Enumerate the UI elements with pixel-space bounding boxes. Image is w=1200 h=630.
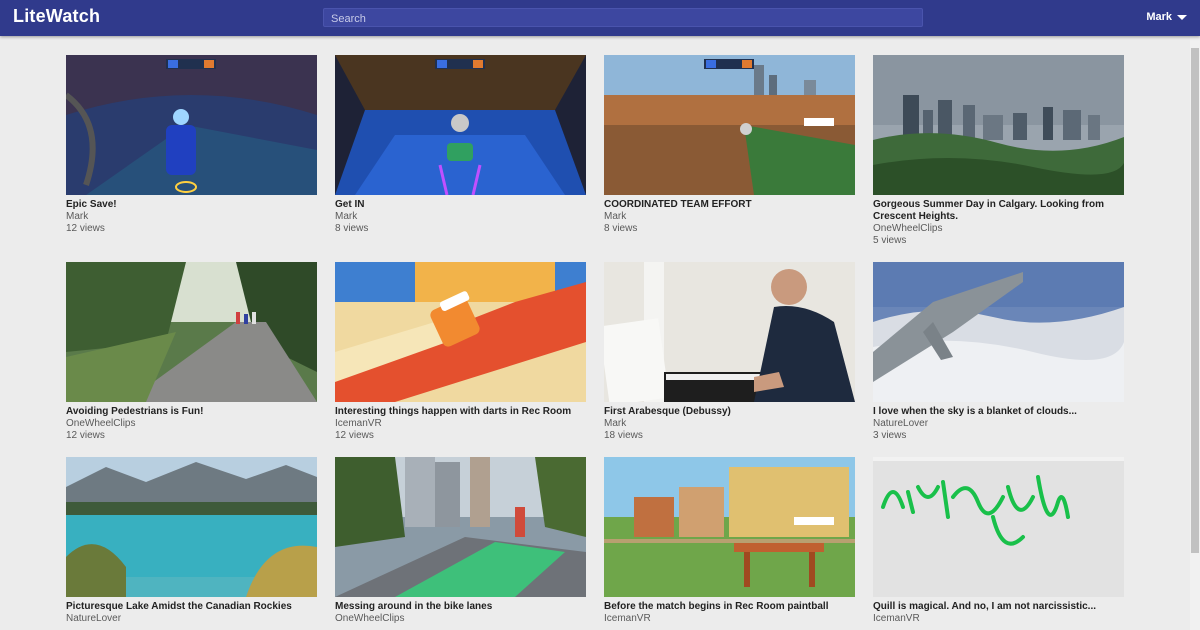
video-card[interactable]: Messing around in the bike lanes OneWhee… xyxy=(335,457,586,625)
video-thumbnail[interactable] xyxy=(66,262,317,402)
view-count: 12 views xyxy=(335,430,374,441)
video-title[interactable]: Before the match begins in Rec Room pain… xyxy=(604,601,855,613)
channel-name[interactable]: Mark xyxy=(66,211,317,223)
video-card[interactable]: Epic Save! Mark 12 views xyxy=(66,55,317,235)
video-card[interactable]: Picturesque Lake Amidst the Canadian Roc… xyxy=(66,457,317,625)
video-title[interactable]: Epic Save! xyxy=(66,199,317,211)
video-thumbnail[interactable] xyxy=(335,457,586,597)
caret-down-icon xyxy=(1177,14,1187,20)
view-count: 3 views xyxy=(873,430,907,441)
channel-name[interactable]: OneWheelClips xyxy=(66,418,317,430)
search-input[interactable] xyxy=(324,10,922,28)
video-card[interactable]: Before the match begins in Rec Room pain… xyxy=(604,457,855,625)
view-count: 8 views xyxy=(335,223,369,234)
video-card[interactable]: Get IN Mark 8 views xyxy=(335,55,586,235)
scrollbar-thumb[interactable] xyxy=(1191,48,1199,553)
video-title[interactable]: First Arabesque (Debussy) xyxy=(604,406,855,418)
channel-name[interactable]: OneWheelClips xyxy=(335,613,586,625)
video-thumbnail[interactable] xyxy=(66,55,317,195)
video-card[interactable]: Interesting things happen with darts in … xyxy=(335,262,586,442)
video-thumbnail[interactable] xyxy=(335,262,586,402)
view-count: 8 views xyxy=(604,223,638,234)
search-box[interactable] xyxy=(323,8,923,28)
video-card[interactable]: I love when the sky is a blanket of clou… xyxy=(873,262,1124,442)
video-thumbnail[interactable] xyxy=(604,55,855,195)
video-title[interactable]: Messing around in the bike lanes xyxy=(335,601,586,613)
video-card[interactable]: COORDINATED TEAM EFFORT Mark 8 views xyxy=(604,55,855,235)
channel-name[interactable]: Mark xyxy=(604,211,855,223)
channel-name[interactable]: NatureLover xyxy=(873,418,1124,430)
video-thumbnail[interactable] xyxy=(873,262,1124,402)
video-thumbnail[interactable] xyxy=(873,457,1124,597)
channel-name[interactable]: IcemanVR xyxy=(335,418,586,430)
video-title[interactable]: I love when the sky is a blanket of clou… xyxy=(873,406,1124,418)
view-count: 5 views xyxy=(873,235,907,246)
video-title[interactable]: Picturesque Lake Amidst the Canadian Roc… xyxy=(66,601,317,613)
video-thumbnail[interactable] xyxy=(604,457,855,597)
video-thumbnail[interactable] xyxy=(335,55,586,195)
site-logo[interactable]: LiteWatch xyxy=(13,6,100,27)
video-card[interactable]: Avoiding Pedestrians is Fun! OneWheelCli… xyxy=(66,262,317,442)
channel-name[interactable]: OneWheelClips xyxy=(873,223,1124,235)
user-menu-button[interactable]: Mark xyxy=(1146,11,1187,23)
video-title[interactable]: Avoiding Pedestrians is Fun! xyxy=(66,406,317,418)
video-thumbnail[interactable] xyxy=(604,262,855,402)
video-title[interactable]: COORDINATED TEAM EFFORT xyxy=(604,199,855,211)
video-title[interactable]: Get IN xyxy=(335,199,586,211)
video-card[interactable]: Gorgeous Summer Day in Calgary. Looking … xyxy=(873,55,1124,247)
video-title[interactable]: Quill is magical. And no, I am not narci… xyxy=(873,601,1124,613)
view-count: 12 views xyxy=(66,430,105,441)
view-count: 12 views xyxy=(66,223,105,234)
video-thumbnail[interactable] xyxy=(873,55,1124,195)
channel-name[interactable]: NatureLover xyxy=(66,613,317,625)
view-count: 18 views xyxy=(604,430,643,441)
top-navigation-bar: LiteWatch Mark xyxy=(0,0,1200,36)
video-thumbnail[interactable] xyxy=(66,457,317,597)
user-name: Mark xyxy=(1146,11,1172,23)
video-title[interactable]: Interesting things happen with darts in … xyxy=(335,406,586,418)
video-title[interactable]: Gorgeous Summer Day in Calgary. Looking … xyxy=(873,199,1124,223)
channel-name[interactable]: Mark xyxy=(604,418,855,430)
channel-name[interactable]: IcemanVR xyxy=(873,613,1124,625)
video-card[interactable]: Quill is magical. And no, I am not narci… xyxy=(873,457,1124,625)
channel-name[interactable]: Mark xyxy=(335,211,586,223)
page-scrollbar[interactable] xyxy=(1190,36,1200,630)
video-card[interactable]: First Arabesque (Debussy) Mark 18 views xyxy=(604,262,855,442)
channel-name[interactable]: IcemanVR xyxy=(604,613,855,625)
